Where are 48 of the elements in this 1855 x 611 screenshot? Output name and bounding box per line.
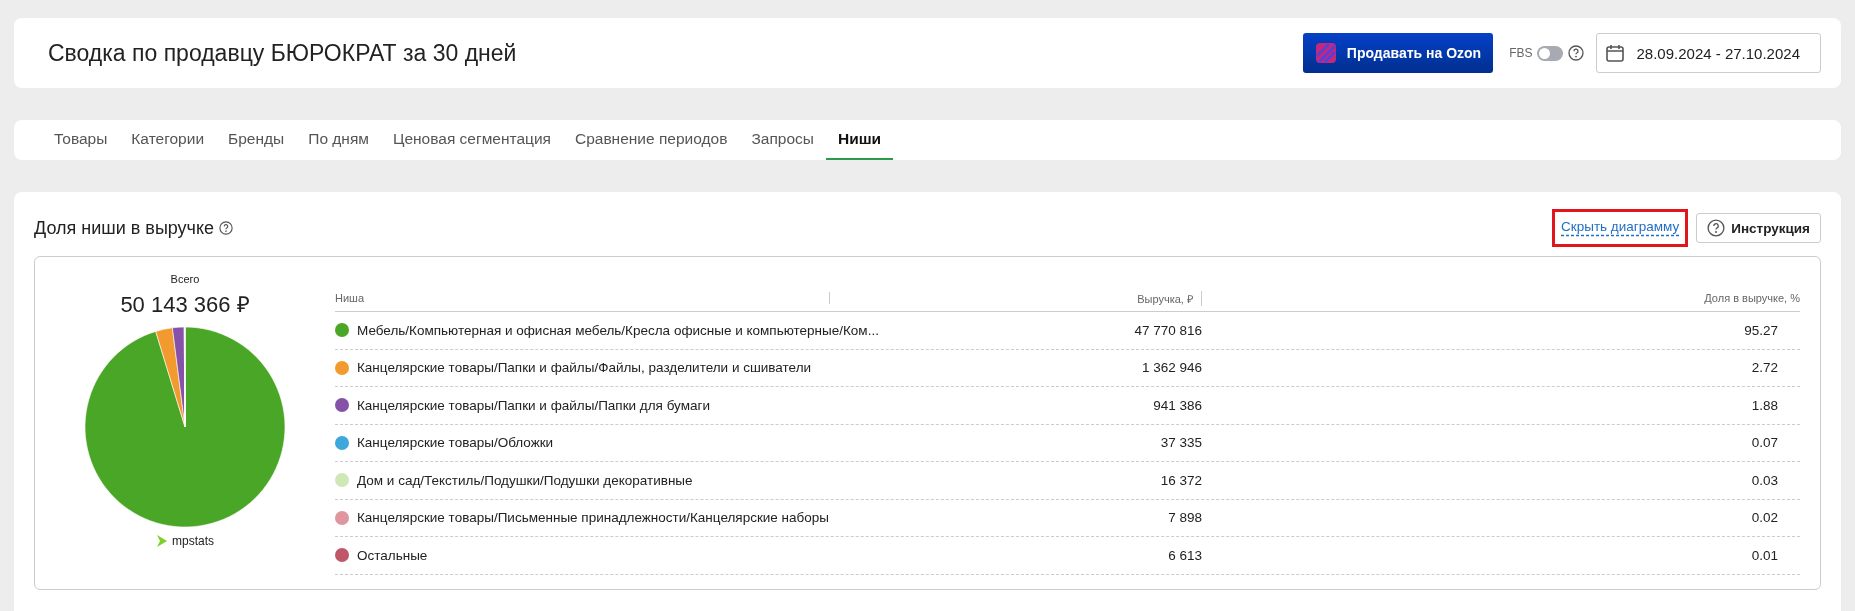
total-label: Всего [170, 273, 200, 285]
instruction-button[interactable]: Инструкция [1696, 213, 1821, 243]
niche-cell: Канцелярские товары/Письменные принадлежности/Канцелярские наборы [357, 510, 830, 526]
share-cell-text: 1.88 [1750, 397, 1779, 413]
date-range-field[interactable]: 28.09.2024 - 27.10.2024 [1595, 33, 1821, 73]
tab[interactable]: Товары [42, 120, 120, 160]
help-icon[interactable] [1567, 45, 1584, 61]
column-header: Ниша [335, 292, 830, 304]
logo-icon [1314, 42, 1337, 64]
calendar-icon [1604, 43, 1625, 63]
share-cell-text: 2.72 [1750, 360, 1779, 376]
fbs-label: FBS [1509, 46, 1533, 60]
revenue-cell-text: 16 372 [1159, 472, 1202, 488]
hide-chart-link[interactable]: Скрыть диаграмму [1552, 209, 1689, 247]
revenue-cell-text: 941 386 [1152, 397, 1202, 413]
fbs-toggle[interactable] [1536, 45, 1563, 61]
column-header: Доля в выручке, % [1703, 292, 1800, 304]
page-title: Сводка по продавцу БЮРОКРАТ за 30 дней [48, 39, 517, 67]
column-header: Выручка, ₽ [830, 290, 1202, 306]
tab[interactable]: Бренды [216, 120, 297, 160]
logo-icon [156, 534, 168, 548]
niche-cell: Остальные [357, 547, 428, 563]
total-value: 50 143 366 ₽ [120, 291, 250, 318]
tab[interactable]: Ниши [825, 120, 894, 160]
niche-cell: Канцелярские товары/Папки и файлы/Папки для бумаги [357, 397, 710, 413]
revenue-cell-text: 1 362 946 [1140, 360, 1202, 376]
revenue-cell-text: 7 898 [1167, 510, 1202, 526]
tab[interactable]: Ценовая сегментация [380, 120, 563, 160]
tab[interactable]: По дням [296, 120, 381, 160]
niche-cell: Канцелярские товары/Папки и файлы/Файлы, разделители и сшиватели [357, 360, 812, 376]
brand-name: mpstats [172, 534, 214, 548]
share-cell-text: 0.01 [1750, 547, 1779, 563]
niche-cell: Дом и сад/Текстиль/Подушки/Подушки декоративные [357, 472, 693, 488]
tab[interactable]: Запросы [739, 120, 826, 160]
tab[interactable]: Категории [119, 120, 217, 160]
help-icon[interactable] [219, 221, 234, 235]
help-icon [1707, 219, 1726, 237]
share-cell-text: 95.27 [1743, 322, 1779, 338]
revenue-cell-text: 6 613 [1167, 547, 1202, 563]
niche-cell: Мебель/Компьютерная и офисная мебель/Кресла офисные и компьютерные/Ком... [357, 322, 879, 338]
tab[interactable]: Сравнение периодов [562, 120, 740, 160]
share-cell-text: 0.02 [1750, 510, 1779, 526]
share-cell-text: 0.03 [1750, 472, 1779, 488]
niche-cell: Канцелярские товары/Обложки [357, 435, 554, 451]
sell-on-ozon-button[interactable]: Продавать на Ozon [1302, 33, 1494, 73]
share-cell-text: 0.07 [1750, 435, 1779, 451]
section-title: Доля ниши в выручке [34, 217, 215, 239]
revenue-cell-text: 37 335 [1159, 435, 1202, 451]
